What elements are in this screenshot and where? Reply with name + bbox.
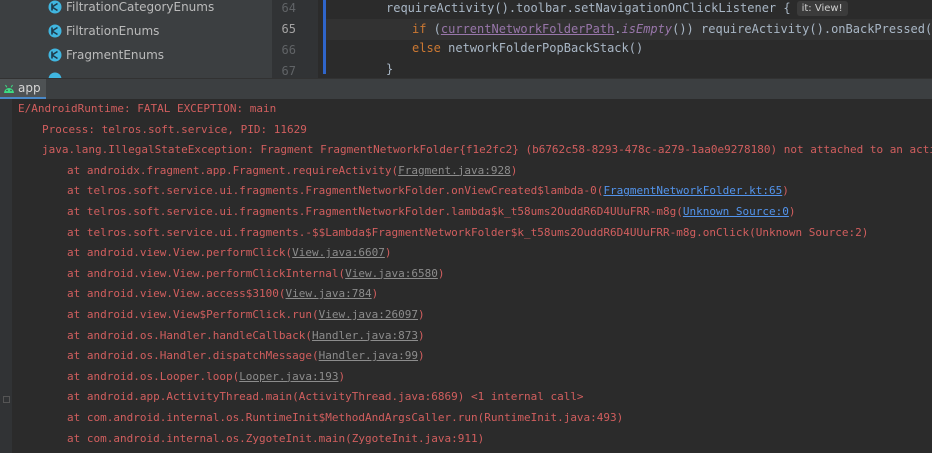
tree-item-filtration-category-enums[interactable]: FiltrationCategoryEnums <box>48 0 214 18</box>
code-line-65: if (currentNetworkFolderPath.isEmpty()) … <box>326 19 932 40</box>
console-text: ) <box>418 308 425 321</box>
run-console[interactable]: E/AndroidRuntime: FATAL EXCEPTION: main P… <box>0 99 932 453</box>
inlay-hint: it: View! <box>796 1 848 16</box>
code-editor[interactable]: requireActivity().toolbar.setNavigationO… <box>326 0 932 78</box>
console-text: ) <box>510 163 518 177</box>
console-text: at telros.soft.service.ui.fragments.Frag… <box>67 205 683 218</box>
console-text: ) <box>437 266 445 280</box>
console-line: at telros.soft.service.ui.fragments.Frag… <box>67 202 796 222</box>
console-gutter <box>0 99 12 453</box>
console-line: at telros.soft.service.ui.fragments.-$$L… <box>67 223 868 243</box>
console-text: ) <box>788 205 796 218</box>
stacktrace-source-link[interactable]: FragmentNetworkFolder.kt:65 <box>603 184 782 197</box>
console-line: Process: telros.soft.service, PID: 11629 <box>42 120 307 140</box>
console-text: ) <box>782 184 789 198</box>
console-line: at android.os.Looper.loop(Looper.java:19… <box>67 367 345 387</box>
kotlin-file-icon <box>48 0 62 14</box>
tree-item-label: FiltrationCategoryEnums <box>66 0 215 14</box>
kotlin-file-icon <box>48 48 62 62</box>
stacktrace-source-link[interactable]: View.java:784 <box>286 287 372 300</box>
code-line-66: else networkFolderPopBackStack() <box>412 41 644 55</box>
console-line: java.lang.IllegalStateException: Fragmen… <box>42 140 932 160</box>
console-line: at android.view.View.access$3100(View.ja… <box>67 284 378 304</box>
stacktrace-source-link[interactable]: Handler.java:99 <box>319 349 418 362</box>
console-text: at com.android.internal.os.RuntimeInit$M… <box>67 411 624 424</box>
top-area: FiltrationCategoryEnums FiltrationEnums … <box>0 0 932 78</box>
console-text: ) <box>371 287 379 301</box>
code-line-67: } <box>386 62 394 76</box>
kotlin-file-icon <box>48 24 62 38</box>
console-text: java.lang.IllegalStateException: Fragmen… <box>42 143 932 157</box>
editor-gutter: 64 65 66 67 <box>272 0 318 78</box>
line-number-current: 65 <box>281 22 296 36</box>
console-text: ) <box>338 369 346 383</box>
console-text: at android.view.View.performClick( <box>67 246 293 260</box>
console-text: ) <box>418 349 425 363</box>
stacktrace-source-link[interactable]: Looper.java:193 <box>239 370 338 383</box>
console-line: at android.view.View$PerformClick.run(Vi… <box>67 305 425 325</box>
tree-item-filtration-enums[interactable]: FiltrationEnums <box>48 20 159 42</box>
console-text: at android.app.ActivityThread.main(Activ… <box>67 390 584 404</box>
console-text: at android.os.Handler.dispatchMessage( <box>67 349 319 363</box>
stacktrace-source-link[interactable]: View.java:6580 <box>345 267 438 280</box>
console-line: at android.app.ActivityThread.main(Activ… <box>67 387 584 407</box>
stacktrace-source-link[interactable]: View.java:26097 <box>319 308 418 321</box>
console-text: at telros.soft.service.ui.fragments.-$$L… <box>67 225 869 239</box>
fold-icon[interactable] <box>3 396 10 403</box>
console-line: at androidx.fragment.app.Fragment.requir… <box>67 161 517 181</box>
tree-item-fragment-enums[interactable]: FragmentEnums <box>48 44 164 66</box>
stacktrace-source-link[interactable]: View.java:6607 <box>292 246 385 259</box>
console-text: at telros.soft.service.ui.fragments.Frag… <box>67 184 604 198</box>
stacktrace-source-link[interactable]: Fragment.java:928 <box>398 164 511 177</box>
code-line-64: requireActivity().toolbar.setNavigationO… <box>386 0 932 19</box>
console-line: at android.os.Handler.dispatchMessage(Ha… <box>67 346 425 366</box>
console-text: at android.view.View$PerformClick.run( <box>67 308 319 321</box>
console-line: at com.android.internal.os.ZygoteInit.ma… <box>67 429 484 449</box>
console-line: at telros.soft.service.ui.fragments.Frag… <box>67 181 789 201</box>
console-text: Process: telros.soft.service, PID: 11629 <box>42 122 307 136</box>
console-text: at android.os.Handler.handleCallback( <box>67 328 313 342</box>
tab-app[interactable]: app <box>0 79 46 99</box>
console-text: at android.view.View.performClickInterna… <box>67 266 346 280</box>
console-text: at androidx.fragment.app.Fragment.requir… <box>67 163 399 177</box>
line-number: 67 <box>281 64 296 78</box>
tab-label: app <box>18 81 41 95</box>
stacktrace-source-link[interactable]: Handler.java:873 <box>312 329 418 342</box>
tree-item-partial <box>48 68 66 78</box>
console-line: at android.os.Handler.handleCallback(Han… <box>67 326 425 346</box>
line-number: 64 <box>281 1 296 15</box>
stacktrace-source-link[interactable]: Unknown Source:0 <box>683 205 789 218</box>
console-line: at android.view.View.performClick(View.j… <box>67 243 392 263</box>
console-text: E/AndroidRuntime: FATAL EXCEPTION: main <box>18 102 277 115</box>
line-number: 66 <box>281 43 296 57</box>
console-line: at android.view.View.performClickInterna… <box>67 264 445 284</box>
console-text: ) <box>384 246 392 260</box>
project-tree: FiltrationCategoryEnums FiltrationEnums … <box>0 0 272 78</box>
android-icon <box>3 79 15 98</box>
console-text: at android.os.Looper.loop( <box>67 369 240 383</box>
tree-item-label: FragmentEnums <box>66 48 165 62</box>
console-text: at com.android.internal.os.ZygoteInit.ma… <box>67 431 485 445</box>
console-text: at android.view.View.access$3100( <box>67 287 286 301</box>
console-text: ) <box>418 328 425 342</box>
console-line: at com.android.internal.os.RuntimeInit$M… <box>67 408 623 428</box>
tree-item-label: FiltrationEnums <box>66 24 160 38</box>
console-line: E/AndroidRuntime: FATAL EXCEPTION: main <box>18 99 276 119</box>
run-tool-window-header: app <box>0 78 932 99</box>
